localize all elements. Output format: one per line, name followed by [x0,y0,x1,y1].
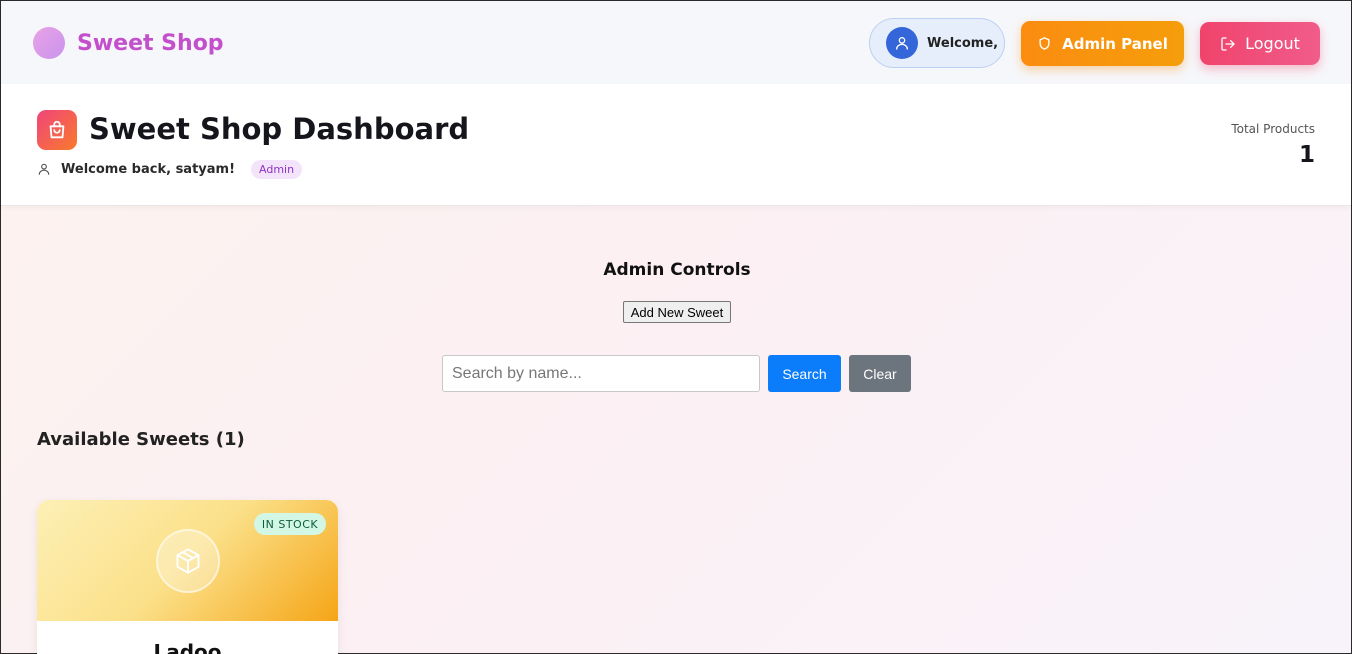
user-icon [886,27,918,59]
role-badge: Admin [251,159,303,179]
product-card[interactable]: IN STOCK Ladoo [37,500,338,654]
brand-logo-icon [33,27,65,59]
add-new-sweet-button[interactable]: Add New Sweet [623,301,731,323]
search-input[interactable] [442,355,760,392]
user-welcome-pill: Welcome, [869,18,1005,68]
welcome-message: Welcome back, satyam! [61,161,236,177]
logout-button[interactable]: Logout [1200,22,1320,65]
admin-panel-label: Admin Panel [1062,34,1168,53]
brand-name: Sweet Shop [77,30,224,56]
logout-icon [1221,36,1235,51]
available-sweets-title: Available Sweets (1) [37,429,245,450]
stock-status-badge: IN STOCK [254,513,326,535]
page-title: Sweet Shop Dashboard [89,112,470,146]
admin-controls-title: Admin Controls [603,260,751,280]
welcome-text: Welcome, [927,35,999,51]
brand[interactable]: Sweet Shop [33,27,224,59]
product-name: Ladoo [153,640,222,654]
welcome-row: Welcome back, satyam! Admin [37,158,303,180]
dashboard-header: Sweet Shop Dashboard Welcome back, satya… [1,84,1351,206]
clear-button[interactable]: Clear [849,355,911,392]
admin-panel-button[interactable]: Admin Panel [1021,21,1184,66]
user-outline-icon [38,163,50,175]
total-products-value: 1 [1298,142,1315,168]
product-image-banner: IN STOCK [37,500,338,621]
shield-icon [1039,37,1050,50]
search-button[interactable]: Search [768,355,841,392]
logout-label: Logout [1245,34,1300,53]
package-icon [156,529,220,593]
shopping-bag-icon [37,110,77,150]
total-products-label: Total Products [1231,122,1315,136]
top-navbar: Sweet Shop Welcome, Admin Panel Logout [1,1,1351,84]
